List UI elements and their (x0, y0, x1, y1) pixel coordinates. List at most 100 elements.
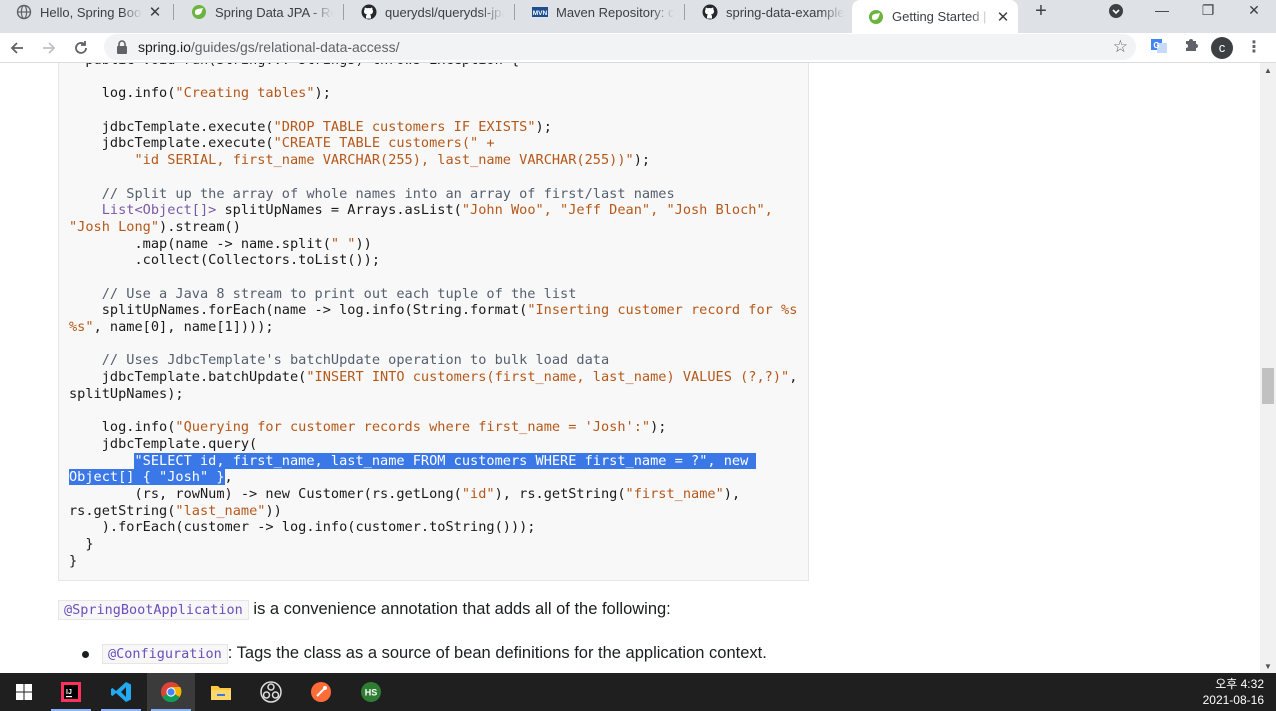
start-button[interactable] (0, 673, 48, 711)
tab-search-button[interactable] (1096, 0, 1136, 22)
svg-text:HS: HS (365, 688, 378, 698)
code-token: jdbcTemplate.batchUpdate( (69, 369, 307, 386)
code-token: rs.getString( (69, 502, 176, 519)
tab-maven-repository[interactable]: MVN Maven Repository: c (516, 0, 682, 24)
windows-taskbar: IJ HS 오후 4:32 2021-08-16 (0, 673, 1276, 711)
scroll-up-arrow-icon[interactable]: ▲ (1260, 65, 1276, 77)
obs-icon (260, 681, 282, 703)
paragraph-text: is a convenience annotation that adds al… (248, 600, 671, 618)
lock-icon (116, 40, 128, 59)
code-line: // Use a Java 8 stream to print out each… (69, 286, 797, 303)
code-token: %s" (69, 319, 94, 335)
spring-icon (191, 4, 207, 20)
system-clock[interactable]: 오후 4:32 2021-08-16 (1203, 676, 1264, 708)
svg-text:G: G (1153, 41, 1159, 50)
url-path: /guides/gs/relational-data-access/ (190, 39, 400, 55)
tab-spring-data-examples[interactable]: spring-data-examples (686, 0, 852, 24)
bookmark-star-icon[interactable]: ☆ (1113, 37, 1128, 57)
restore-button[interactable]: ❐ (1186, 0, 1230, 22)
scroll-down-arrow-icon[interactable]: ▼ (1260, 661, 1276, 673)
code-line: %s", name[0], name[1]))); (69, 319, 797, 336)
taskbar-obs[interactable] (247, 673, 295, 711)
close-tab-icon[interactable]: ✕ (148, 3, 162, 21)
code-token: )) (355, 235, 372, 252)
code-token: "first_name" (625, 485, 724, 502)
code-token: "id" (461, 485, 495, 502)
code-token: log.info( (69, 419, 176, 436)
browser-toolbar: spring.io/guides/gs/relational-data-acce… (0, 33, 1276, 63)
tab-spring-data-jpa[interactable]: Spring Data JPA - Ref (175, 0, 341, 24)
back-button[interactable] (4, 35, 30, 61)
code-line: // Split up the array of whole names int… (69, 186, 797, 203)
code-token: jdbcTemplate.execute( (69, 135, 274, 152)
tab-title: querydsl/querydsl-jpa (385, 4, 504, 20)
page-scrollbar[interactable]: ▲ ▼ (1260, 63, 1276, 673)
code-token: ), (723, 485, 741, 502)
code-token: List<Object[]> (69, 202, 225, 219)
code-token: splitUpNames); (69, 385, 184, 402)
clock-time: 오후 4:32 (1215, 677, 1264, 691)
tab-separator (173, 4, 174, 20)
tab-getting-started[interactable]: Getting Started | Acc ✕ (852, 0, 1018, 33)
annotation-paragraph: @SpringBootApplication is a convenience … (58, 600, 671, 620)
code-token: "CREATE TABLE customers(" + (273, 135, 495, 152)
taskbar-intellij[interactable]: IJ (47, 673, 95, 711)
spring-icon (868, 9, 884, 25)
code-token: ); (633, 152, 651, 169)
code-token: "Querying for customer records where fir… (175, 419, 651, 436)
code-line: } (69, 536, 797, 553)
taskbar-file-explorer[interactable] (197, 673, 245, 711)
code-line: rs.getString("last_name")) (69, 503, 797, 520)
tab-querydsl[interactable]: querydsl/querydsl-jpa (345, 0, 512, 24)
code-token: "Josh Long" (69, 218, 160, 235)
code-line: .collect(Collectors.toList()); (69, 252, 797, 269)
close-window-button[interactable]: ✕ (1232, 0, 1276, 22)
code-token: "DROP TABLE customers IF EXISTS" (273, 118, 536, 135)
inline-code-configuration: @Configuration (102, 644, 228, 664)
code-token: log.info( (69, 85, 176, 102)
translate-extension-icon[interactable]: G (1148, 37, 1170, 59)
forward-button[interactable] (36, 35, 62, 61)
java-code: public void run(String... strings) throw… (69, 63, 797, 569)
tab-separator (343, 4, 344, 20)
code-token: public void run(String... strings) throw… (69, 63, 519, 68)
tab-title: spring-data-examples (726, 4, 844, 20)
code-line: splitUpNames); (69, 386, 797, 403)
code-token: jdbcTemplate.execute( (69, 118, 274, 135)
taskbar-hs[interactable]: HS (347, 673, 395, 711)
code-token: ); (314, 85, 331, 102)
code-token: , (789, 369, 798, 386)
mvn-icon: MVN (532, 4, 548, 20)
reload-button[interactable] (68, 35, 94, 61)
extensions-puzzle-icon[interactable] (1180, 37, 1202, 59)
svg-text:IJ: IJ (66, 689, 72, 696)
url-text: spring.io/guides/gs/relational-data-acce… (138, 39, 399, 55)
address-bar[interactable]: spring.io/guides/gs/relational-data-acce… (104, 34, 1136, 60)
taskbar-vscode[interactable] (97, 673, 145, 711)
close-tab-icon[interactable]: ✕ (996, 8, 1010, 26)
code-token: " " (330, 235, 356, 252)
minimize-button[interactable]: — (1140, 0, 1184, 22)
intellij-icon: IJ (61, 682, 81, 702)
chevron-down-icon (1109, 4, 1123, 18)
code-token: )) (265, 502, 282, 519)
code-line: "id SERIAL, first_name VARCHAR(255), las… (69, 152, 797, 169)
tab-hello-spring-boot[interactable]: Hello, Spring Boot! ✕ (0, 0, 170, 24)
code-token: } (69, 535, 94, 552)
code-token: "last_name" (175, 502, 266, 519)
code-token: } (69, 552, 78, 569)
taskbar-postman[interactable] (297, 673, 345, 711)
profile-avatar[interactable]: c (1211, 37, 1233, 59)
code-token: ).forEach(customer -> log.info(customer.… (69, 519, 536, 536)
browser-menu-kebab-icon[interactable]: ⋮ (1243, 37, 1265, 59)
code-token: // Use a Java 8 stream to print out each… (69, 285, 577, 302)
code-line: Object[] { "Josh" }, (69, 469, 797, 486)
new-tab-button[interactable]: + (1030, 0, 1052, 22)
taskbar-chrome[interactable] (147, 673, 195, 711)
code-token: splitUpNames = Arrays.asList( (224, 202, 462, 219)
bullet-item-configuration: @Configuration: Tags the class as a sour… (102, 644, 767, 664)
scrollbar-thumb[interactable] (1262, 368, 1274, 404)
